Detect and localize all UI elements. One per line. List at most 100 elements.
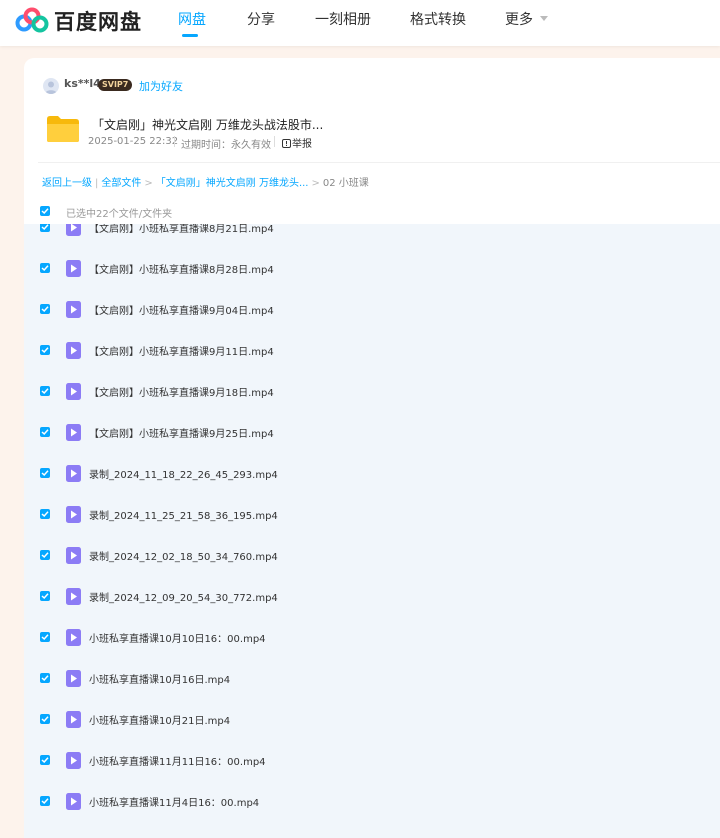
file-row[interactable]: 【文启刚】小班私享直播课9月18日.mp4: [24, 371, 720, 412]
sharer-username: ks**l4: [64, 77, 101, 90]
file-checkbox[interactable]: [40, 632, 50, 642]
file-row[interactable]: 录制_2024_11_18_22_26_45_293.mp4: [24, 453, 720, 494]
nav-tab-share[interactable]: 分享: [247, 9, 275, 29]
file-checkbox[interactable]: [40, 509, 50, 519]
nav-active-indicator: [182, 34, 198, 37]
file-row[interactable]: 【文启刚】小班私享直播课9月25日.mp4: [24, 412, 720, 453]
file-checkbox[interactable]: [40, 796, 50, 806]
breadcrumb-parent-folder[interactable]: 「文启刚」神光文启刚 万维龙头...: [156, 178, 309, 189]
breadcrumb-back[interactable]: 返回上一级: [42, 178, 92, 189]
file-row[interactable]: 【文启刚】小班私享直播课8月28日.mp4: [24, 248, 720, 289]
file-checkbox[interactable]: [40, 224, 50, 232]
video-file-icon: [66, 224, 81, 236]
checkmark-icon: [41, 470, 49, 477]
file-checkbox[interactable]: [40, 550, 50, 560]
file-row[interactable]: 小班私享直播课10月16日.mp4: [24, 658, 720, 699]
share-card: ks**l4 SVIP7 加为好友 「文启刚」神光文启刚 万维龙头战法股市...…: [24, 58, 720, 838]
warning-icon: [282, 139, 291, 148]
file-list: 【文启刚】小班私享直播课8月21日.mp4 【文启刚】小班私享直播课8月28日.m…: [24, 224, 720, 838]
video-file-icon: [66, 588, 81, 605]
select-all-checkbox[interactable]: [40, 206, 50, 216]
file-checkbox[interactable]: [40, 591, 50, 601]
checkmark-icon: [41, 798, 49, 805]
checkmark-icon: [41, 757, 49, 764]
video-file-icon: [66, 301, 81, 318]
checkmark-icon: [41, 306, 49, 313]
file-name[interactable]: 【文启刚】小班私享直播课9月25日.mp4: [89, 425, 274, 440]
breadcrumb: 返回上一级 | 全部文件 > 「文启刚」神光文启刚 万维龙头... >02 小班课: [42, 174, 369, 189]
nav-tab-netdisk[interactable]: 网盘: [178, 9, 206, 29]
file-row[interactable]: 小班私享直播课10月10日16：00.mp4: [24, 617, 720, 658]
checkmark-icon: [41, 634, 49, 641]
file-checkbox[interactable]: [40, 304, 50, 314]
video-file-icon: [66, 711, 81, 728]
file-name[interactable]: 小班私享直播课11月4日16：00.mp4: [89, 794, 259, 809]
file-name[interactable]: 【文启刚】小班私享直播课9月18日.mp4: [89, 384, 274, 399]
add-friend-link[interactable]: 加为好友: [139, 78, 183, 94]
breadcrumb-current-folder: 02 小班课: [322, 178, 369, 189]
share-title: 「文启刚」神光文启刚 万维龙头战法股市...: [92, 118, 324, 132]
select-all-row: 已选中22个文件/文件夹: [24, 198, 720, 224]
checkmark-icon: [41, 429, 49, 436]
video-file-icon: [66, 629, 81, 646]
checkmark-icon: [41, 675, 49, 682]
nav-tab-album[interactable]: 一刻相册: [315, 9, 371, 29]
share-date: 2025-01-25 22:32: [88, 136, 179, 147]
share-expiry: 过期时间：永久有效: [181, 140, 271, 151]
avatar[interactable]: [43, 78, 59, 94]
checkmark-icon: [41, 716, 49, 723]
video-file-icon: [66, 506, 81, 523]
file-name[interactable]: 小班私享直播课10月10日16：00.mp4: [89, 630, 266, 645]
file-row[interactable]: 【文启刚】小班私享直播课8月21日.mp4: [24, 224, 720, 248]
file-checkbox[interactable]: [40, 345, 50, 355]
file-name[interactable]: 录制_2024_12_02_18_50_34_760.mp4: [89, 548, 278, 563]
user-icon: [45, 81, 57, 94]
file-name[interactable]: 小班私享直播课10月16日.mp4: [89, 671, 230, 686]
logo-text[interactable]: 百度网盘: [54, 6, 142, 36]
breadcrumb-separator: |: [95, 178, 99, 189]
video-file-icon: [66, 465, 81, 482]
nav-tab-more[interactable]: 更多: [505, 9, 533, 29]
file-name[interactable]: 小班私享直播课11月11日16：00.mp4: [89, 753, 266, 768]
video-file-icon: [66, 547, 81, 564]
file-checkbox[interactable]: [40, 427, 50, 437]
report-label: 举报: [292, 139, 312, 150]
checkmark-icon: [41, 347, 49, 354]
file-checkbox[interactable]: [40, 386, 50, 396]
baidu-netdisk-logo-icon[interactable]: [15, 6, 49, 36]
file-checkbox[interactable]: [40, 673, 50, 683]
file-row[interactable]: 小班私享直播课10月21日.mp4: [24, 699, 720, 740]
video-file-icon: [66, 670, 81, 687]
selection-count: 已选中22个文件/文件夹: [66, 209, 173, 220]
report-button[interactable]: 举报: [282, 135, 312, 150]
breadcrumb-separator: >: [311, 178, 320, 189]
file-name[interactable]: 【文启刚】小班私享直播课9月11日.mp4: [89, 343, 274, 358]
vip-badge: SVIP7: [98, 79, 133, 91]
file-name[interactable]: 【文启刚】小班私享直播课9月04日.mp4: [89, 302, 274, 317]
checkmark-icon: [41, 511, 49, 518]
top-nav: 百度网盘 网盘 分享 一刻相册 格式转换 更多: [0, 0, 720, 46]
file-name[interactable]: 小班私享直播课10月21日.mp4: [89, 712, 230, 727]
file-checkbox[interactable]: [40, 755, 50, 765]
file-name[interactable]: 录制_2024_12_09_20_54_30_772.mp4: [89, 589, 278, 604]
checkmark-icon: [41, 593, 49, 600]
file-checkbox[interactable]: [40, 263, 50, 273]
file-name[interactable]: 录制_2024_11_18_22_26_45_293.mp4: [89, 466, 278, 481]
file-name[interactable]: 【文启刚】小班私享直播课8月21日.mp4: [89, 224, 274, 235]
checkmark-icon: [41, 208, 49, 215]
file-row[interactable]: 录制_2024_12_09_20_54_30_772.mp4: [24, 576, 720, 617]
file-row[interactable]: 录制_2024_12_02_18_50_34_760.mp4: [24, 535, 720, 576]
file-row[interactable]: 录制_2024_11_25_21_58_36_195.mp4: [24, 494, 720, 535]
file-name[interactable]: 【文启刚】小班私享直播课8月28日.mp4: [89, 261, 274, 276]
file-row[interactable]: 小班私享直播课11月11日16：00.mp4: [24, 740, 720, 781]
file-row[interactable]: 【文启刚】小班私享直播课9月04日.mp4: [24, 289, 720, 330]
file-row[interactable]: 小班私享直播课11月4日16：00.mp4: [24, 781, 720, 822]
file-checkbox[interactable]: [40, 468, 50, 478]
nav-tab-format-convert[interactable]: 格式转换: [410, 9, 466, 29]
file-checkbox[interactable]: [40, 714, 50, 724]
file-row[interactable]: 【文启刚】小班私享直播课9月11日.mp4: [24, 330, 720, 371]
checkmark-icon: [41, 224, 49, 231]
file-name[interactable]: 录制_2024_11_25_21_58_36_195.mp4: [89, 507, 278, 522]
chevron-down-icon[interactable]: [539, 15, 549, 23]
breadcrumb-all-files[interactable]: 全部文件: [101, 178, 141, 189]
